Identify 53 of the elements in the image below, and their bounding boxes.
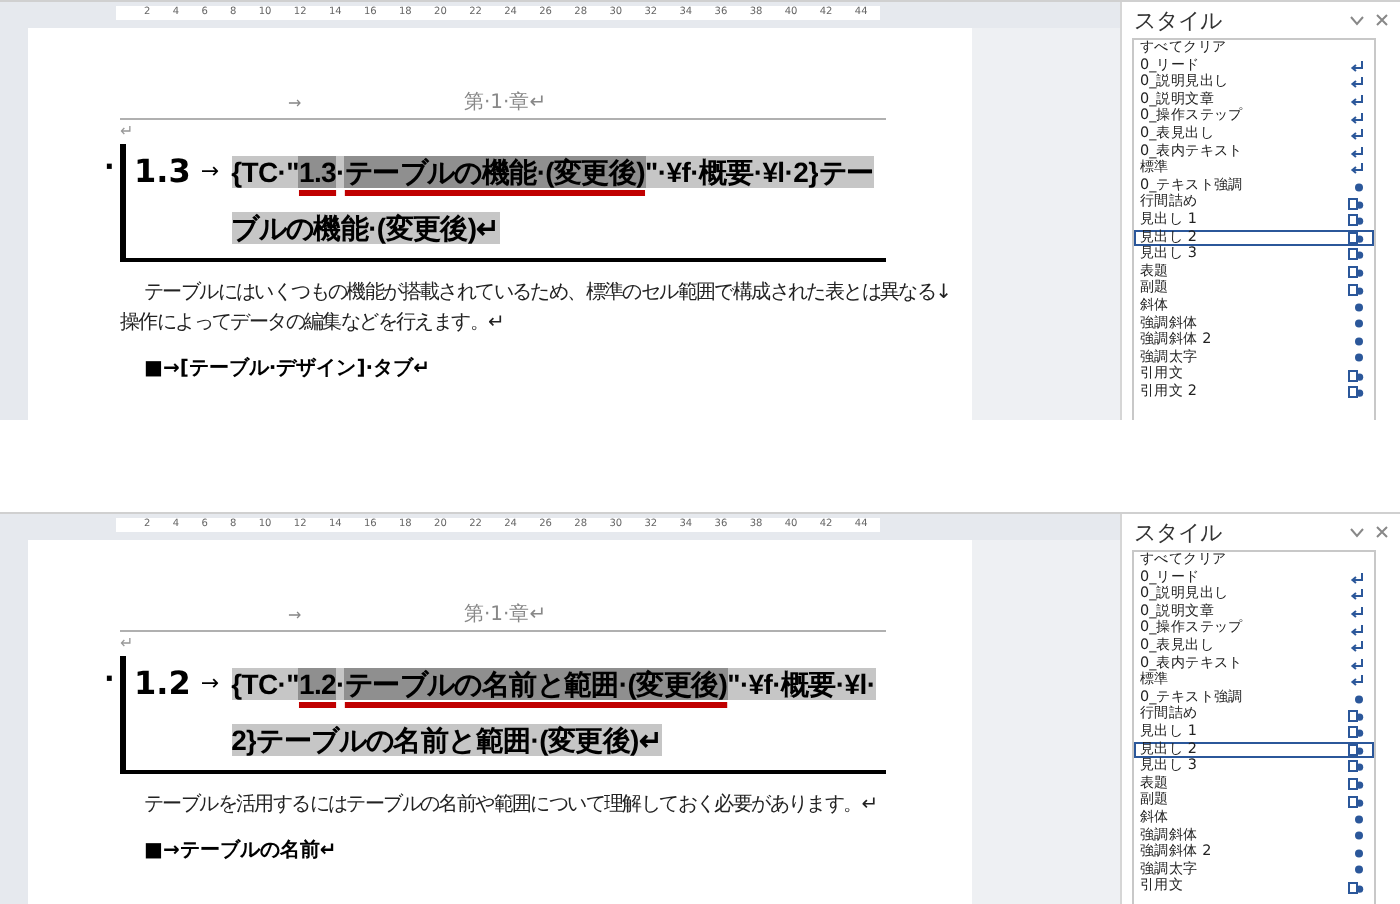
- close-icon: [1376, 14, 1388, 26]
- paragraph-style-icon: [1350, 571, 1364, 584]
- character-style-icon: [1354, 693, 1364, 704]
- tab-mark: →: [200, 668, 220, 700]
- linked-style-icon: [1348, 283, 1364, 296]
- paragraph-mark: ↵: [120, 634, 134, 652]
- linked-style-icon: [1348, 726, 1364, 739]
- subheading: ■→[テーブル·デザイン]·タブ↵: [144, 355, 432, 382]
- tab-mark: →: [288, 93, 302, 111]
- pane-title: スタイル: [1134, 5, 1224, 35]
- linked-style-icon: [1348, 231, 1364, 244]
- paragraph-style-icon: [1350, 640, 1364, 653]
- linked-style-icon: [1348, 369, 1364, 382]
- linked-style-icon: [1348, 778, 1364, 791]
- linked-style-icon: [1348, 795, 1364, 808]
- paragraph-style-icon: [1350, 94, 1364, 107]
- pane-title: スタイル: [1134, 517, 1224, 547]
- chevron-down-icon: [1350, 15, 1364, 25]
- paragraph-style-icon: [1350, 145, 1364, 158]
- tab-mark: →: [200, 156, 220, 188]
- linked-style-icon: [1348, 266, 1364, 279]
- linked-style-icon: [1348, 881, 1364, 894]
- body-paragraph: テーブルを活用するにはテーブルの名前や範囲について理解しておく必要があります。↵: [142, 791, 879, 820]
- page-header-text: 第·1·章↵: [464, 89, 547, 116]
- paragraph-style-icon: [1350, 76, 1364, 89]
- linked-style-icon: [1348, 760, 1364, 773]
- paragraph-style-icon: [1350, 657, 1364, 670]
- tab-mark: →: [288, 605, 302, 623]
- body-paragraph: テーブルにはいくつもの機能が搭載されているため、標準のセル範囲で構成された表とは異なる↓ 操作によってデータの編集などを行えます。↵: [120, 279, 953, 338]
- heading-number: 1.2: [134, 662, 191, 706]
- linked-style-icon: [1348, 743, 1364, 756]
- paragraph-style-icon: [1350, 59, 1364, 72]
- linked-style-icon: [1348, 197, 1364, 210]
- linked-style-icon: [1348, 386, 1364, 399]
- subheading: ■→テーブルの名前↵: [144, 837, 339, 864]
- paragraph-style-icon: [1350, 674, 1364, 687]
- paragraph-style-icon: [1350, 606, 1364, 619]
- paragraph-style-icon: [1350, 588, 1364, 601]
- paragraph-style-icon: [1350, 162, 1364, 175]
- linked-style-icon: [1348, 248, 1364, 261]
- bullet-mark: ·: [104, 152, 115, 184]
- close-icon: [1376, 526, 1388, 538]
- chevron-down-icon: [1350, 527, 1364, 537]
- page-header-text: 第·1·章↵: [464, 601, 547, 628]
- bullet-mark: ·: [104, 664, 115, 696]
- paragraph-mark: ↵: [120, 122, 134, 140]
- linked-style-icon: [1348, 709, 1364, 722]
- character-style-icon: [1354, 181, 1364, 192]
- linked-style-icon: [1348, 214, 1364, 227]
- paragraph-style-icon: [1350, 111, 1364, 124]
- paragraph-style-icon: [1350, 128, 1364, 141]
- paragraph-style-icon: [1350, 623, 1364, 636]
- heading-number: 1.3: [134, 150, 191, 194]
